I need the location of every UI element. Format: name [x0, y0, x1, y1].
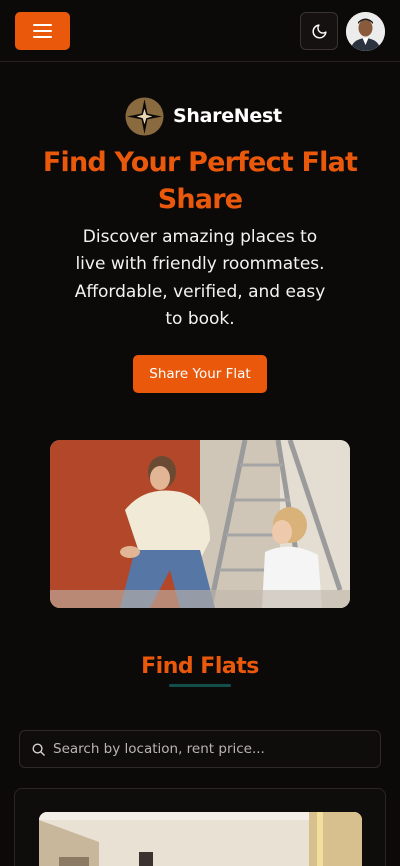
moon-icon: [312, 23, 327, 38]
flat-card-image: [39, 812, 362, 866]
hero-subtitle: Discover amazing places to live with fri…: [74, 227, 326, 329]
menu-button[interactable]: [15, 12, 70, 50]
search-icon: [32, 743, 45, 756]
hamburger-menu-icon: [33, 24, 52, 26]
theme-toggle-button[interactable]: [300, 12, 338, 50]
user-avatar[interactable]: [346, 12, 385, 51]
hero-image: [50, 440, 350, 608]
sparkle-star-logo: [125, 96, 164, 136]
brand: ShareNest: [125, 96, 282, 136]
woman-and-child-painting-wall-photo: [50, 440, 350, 608]
search-bar[interactable]: [19, 730, 381, 768]
hero-title: Find Your Perfect Flat Share: [42, 147, 358, 215]
share-your-flat-button[interactable]: Share Your Flat: [133, 355, 267, 393]
top-navbar: [0, 0, 400, 62]
apartment-interior-photo: [39, 812, 362, 866]
find-flats-title: Find Flats: [141, 654, 259, 679]
section-underline: [169, 684, 231, 687]
brand-name: ShareNest: [173, 105, 282, 127]
search-input[interactable]: [53, 741, 373, 757]
user-avatar-photo: [346, 12, 385, 51]
flat-card[interactable]: [14, 788, 386, 866]
